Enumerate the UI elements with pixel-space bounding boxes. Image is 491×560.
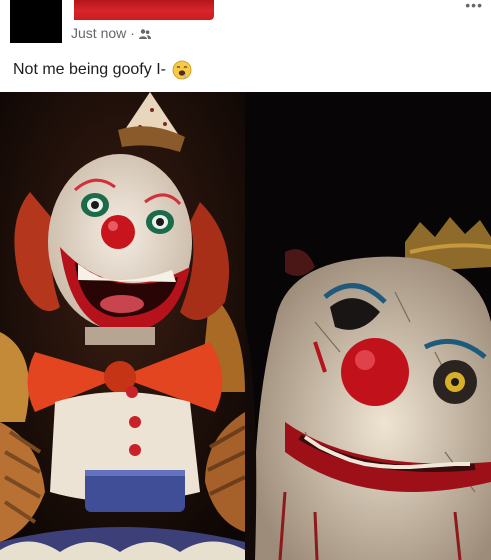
more-options-icon[interactable]: ••• <box>465 0 483 12</box>
post-caption: Not me being goofy I- <box>13 60 192 80</box>
author-name-redaction[interactable] <box>74 0 214 20</box>
post-header: Just now · ••• Not me being goofy I- <box>0 0 491 92</box>
avatar[interactable] <box>10 0 62 43</box>
drooling-face-emoji-icon <box>172 60 192 80</box>
post-media[interactable] <box>0 92 491 560</box>
friends-icon[interactable] <box>138 27 151 39</box>
caption-text: Not me being goofy I- <box>13 61 166 78</box>
post-meta: Just now · <box>71 25 151 41</box>
clown-animatronic-photo[interactable] <box>0 92 245 560</box>
post-timestamp[interactable]: Just now <box>71 25 126 41</box>
scary-clown-photo[interactable] <box>245 92 491 560</box>
meta-separator: · <box>130 25 135 41</box>
